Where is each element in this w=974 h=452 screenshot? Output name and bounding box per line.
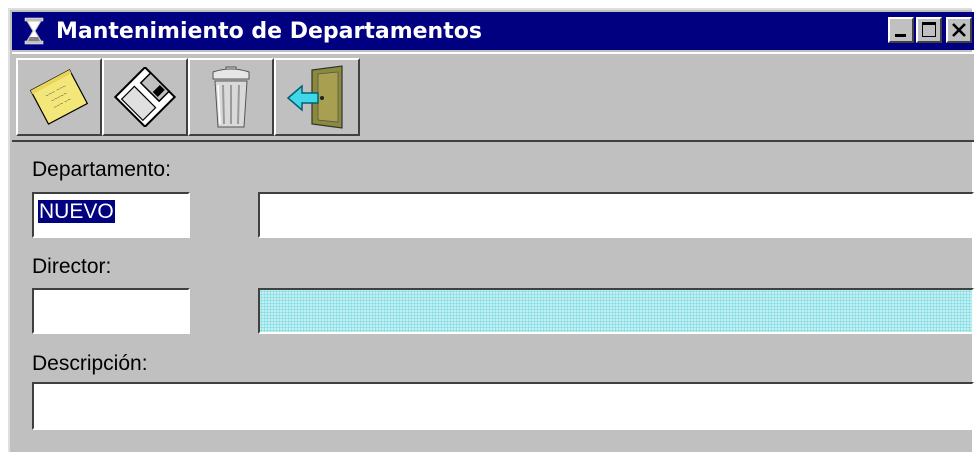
close-button[interactable] bbox=[946, 17, 972, 43]
director-label: Director: bbox=[32, 255, 112, 278]
maximize-button[interactable] bbox=[916, 17, 942, 43]
window-title: Mantenimiento de Departamentos bbox=[56, 18, 482, 44]
title-bar[interactable]: Mantenimiento de Departamentos bbox=[12, 12, 974, 50]
departamento-label: Departamento: bbox=[32, 158, 171, 181]
exit-door-icon bbox=[286, 65, 343, 129]
save-button[interactable] bbox=[102, 58, 188, 136]
trash-can-icon bbox=[212, 66, 250, 128]
departamento-code-field[interactable]: NUEVO bbox=[32, 192, 190, 238]
director-name-field bbox=[258, 288, 974, 334]
sticky-note-icon: ~~~ ~~~ ~~~~~ ~~~ ~~ bbox=[29, 69, 89, 125]
exit-button[interactable] bbox=[274, 58, 360, 136]
descripcion-field[interactable] bbox=[32, 382, 974, 430]
toolbar: ~~~ ~~~ ~~~~~ ~~~ ~~ bbox=[12, 52, 974, 142]
departamento-code-value: NUEVO bbox=[38, 200, 115, 223]
close-icon bbox=[952, 23, 966, 37]
hourglass-icon bbox=[22, 16, 46, 46]
new-button[interactable]: ~~~ ~~~ ~~~~~ ~~~ ~~ bbox=[16, 58, 102, 136]
floppy-disk-icon bbox=[113, 67, 177, 127]
director-code-field[interactable] bbox=[32, 288, 190, 334]
app-window: Mantenimiento de Departamentos ~~~ ~~~ ~… bbox=[8, 8, 974, 452]
departamento-name-field[interactable] bbox=[258, 192, 974, 238]
title-buttons bbox=[886, 17, 972, 43]
delete-button[interactable] bbox=[188, 58, 274, 136]
descripcion-label: Descripción: bbox=[32, 352, 148, 375]
minimize-button[interactable] bbox=[888, 17, 914, 43]
